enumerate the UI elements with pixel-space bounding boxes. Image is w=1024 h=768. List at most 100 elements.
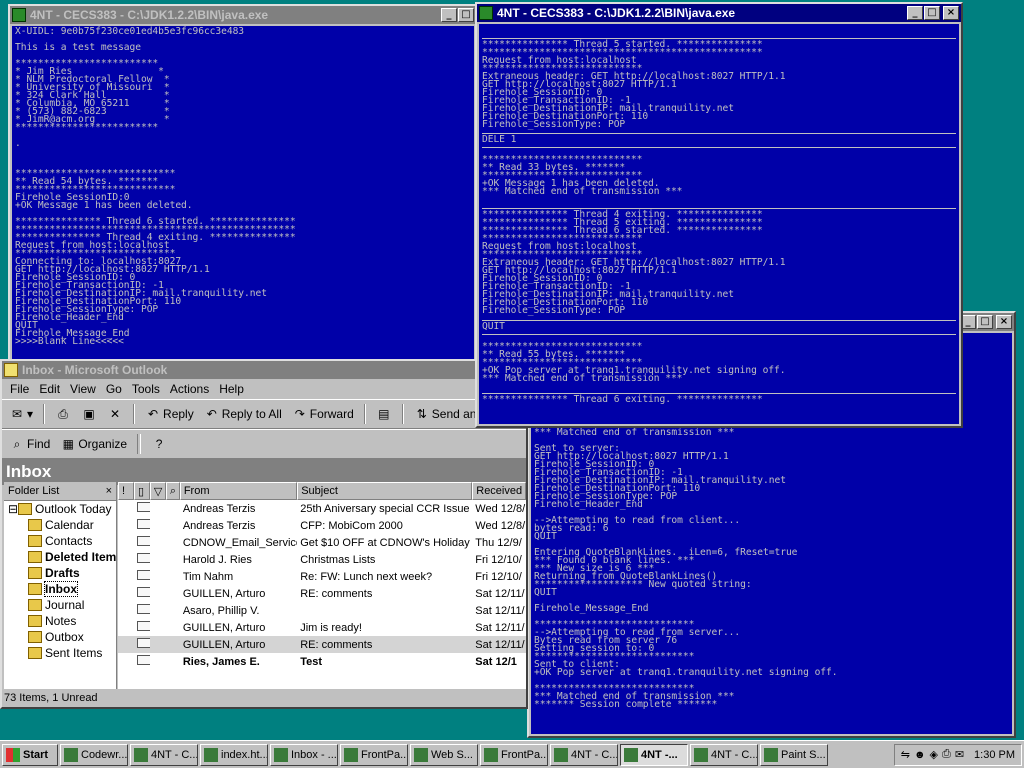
maximize-button[interactable]: □ (458, 8, 474, 22)
taskbar-button[interactable]: Web S... (410, 743, 478, 766)
antivirus-icon[interactable]: ◈ (930, 748, 938, 761)
console-right-block7: *************** Thread 6 exiting. ******… (482, 394, 763, 405)
reply-all-button[interactable]: ↶ Reply to All (201, 405, 285, 423)
print-button[interactable]: ⎙ (52, 405, 74, 423)
agent-icon[interactable]: ☻ (914, 749, 926, 761)
menu-view[interactable]: View (70, 382, 96, 396)
folder-outlook-today[interactable]: ⊟ Outlook Today (4, 501, 116, 517)
taskbar-button[interactable]: Inbox - ... (270, 743, 338, 766)
console-right-titlebar[interactable]: 4NT - CECS383 - C:\JDK1.2.2\BIN\java.exe… (477, 4, 961, 22)
maximize-button[interactable]: □ (977, 315, 993, 329)
outlook-window[interactable]: Inbox - Microsoft Outlook File Edit View… (0, 359, 530, 709)
reply-button[interactable]: ↶ Reply (142, 405, 197, 423)
close-button[interactable]: × (996, 315, 1012, 329)
folder-deleted-items[interactable]: Deleted Items (4, 549, 116, 565)
folder-calendar[interactable]: Calendar (4, 517, 116, 533)
clock[interactable]: 1:30 PM (974, 749, 1015, 761)
message-list-pane[interactable]: ! ▯ ▽ ⌕ From Subject Received Andreas Te… (118, 482, 526, 689)
taskbar-app-icon (204, 747, 218, 762)
organize-button[interactable]: ▦ Organize (57, 435, 130, 453)
folder-contacts[interactable]: Contacts (4, 533, 116, 549)
network-icon[interactable]: ⇋ (901, 748, 910, 761)
forward-button[interactable]: ↷ Forward (289, 405, 357, 423)
menu-help[interactable]: Help (219, 382, 244, 396)
folder-inbox[interactable]: Inbox (4, 581, 116, 597)
start-button[interactable]: Start (2, 743, 58, 766)
outlook-titlebar[interactable]: Inbox - Microsoft Outlook (2, 361, 526, 379)
message-row[interactable]: Asaro, Phillip V. Sat 12/11/ (118, 602, 526, 619)
message-subject: Test (300, 655, 323, 668)
taskbar-app-icon (764, 747, 778, 762)
address-book-button[interactable]: ▤ (373, 405, 395, 423)
printer-icon[interactable]: ⎙ (942, 748, 951, 761)
app-icon (479, 6, 493, 20)
message-row[interactable]: GUILLEN, Arturo RE: comments Sat 12/11/ (118, 636, 526, 653)
icon-column-header[interactable]: ▯ (133, 482, 150, 500)
minimize-button[interactable]: _ (441, 8, 457, 22)
new-mail-icon: ✉ (11, 407, 23, 421)
reply-icon: ↶ (148, 407, 159, 421)
taskbar-button[interactable]: Codewr... (60, 743, 128, 766)
folder-journal[interactable]: Journal (4, 597, 116, 613)
menu-go[interactable]: Go (106, 382, 122, 396)
console-window-left[interactable]: 4NT - CECS383 - C:\JDK1.2.2\BIN\java.exe… (8, 4, 478, 366)
menu-file[interactable]: File (10, 382, 29, 396)
message-row[interactable]: GUILLEN, Arturo Jim is ready! Sat 12/11/ (118, 619, 526, 636)
find-button[interactable]: ⌕ Find (6, 435, 53, 453)
close-button[interactable]: × (943, 6, 959, 20)
taskbar-button[interactable]: Paint S... (760, 743, 828, 766)
taskbar-button[interactable]: 4NT - C... (690, 743, 758, 766)
message-row[interactable]: Andreas Terzis 25th Aniversary special CC… (118, 500, 526, 517)
subject-column-header[interactable]: Subject (297, 482, 473, 500)
taskbar-button[interactable]: 4NT -... (620, 743, 688, 766)
delete-button[interactable]: ✕ (104, 405, 126, 423)
outlook-icon (4, 363, 18, 377)
message-row[interactable]: Tim Nahm Re: FW: Lunch next week? Fri 12/1… (118, 568, 526, 585)
maximize-button[interactable]: □ (924, 6, 940, 20)
minimize-button[interactable]: _ (907, 6, 923, 20)
taskbar-button[interactable]: FrontPa... (480, 743, 548, 766)
from-column-header[interactable]: From (179, 482, 298, 500)
taskbar-button[interactable]: FrontPa... (340, 743, 408, 766)
message-row[interactable]: CDNOW_Email_Service Get $10 OFF at CDNOW'… (118, 534, 526, 551)
message-row[interactable]: GUILLEN, Arturo RE: comments Sat 12/11/ (118, 585, 526, 602)
importance-column-header[interactable]: ! (118, 482, 134, 500)
message-subject: RE: comments (300, 638, 373, 651)
notes-icon (28, 615, 42, 627)
help-button[interactable]: ? (148, 435, 170, 453)
taskbar-app-icon (484, 747, 498, 762)
menu-actions[interactable]: Actions (170, 382, 209, 396)
received-column-header[interactable]: Received (472, 482, 526, 500)
console-left-output: X-UIDL: 9e0b75f230ce01ed4b5e3fc96cc3e483… (12, 26, 474, 362)
menu-tools[interactable]: Tools (132, 382, 160, 396)
taskbar-app-icon (344, 747, 358, 762)
taskbar-button[interactable]: 4NT - C... (130, 743, 198, 766)
folder-outbox[interactable]: Outbox (4, 629, 116, 645)
new-button[interactable]: ✉ ▾ (6, 405, 36, 423)
attachment-column-header[interactable]: ⌕ (165, 482, 180, 500)
message-received: Sat 12/11/ (475, 587, 525, 600)
reply-label: Reply (163, 407, 194, 421)
envelope-icon (134, 587, 150, 600)
mail-icon[interactable]: ✉ (955, 748, 964, 761)
taskbar-button[interactable]: 4NT - C... (550, 743, 618, 766)
move-to-folder-button[interactable]: ▣ (78, 405, 100, 423)
taskbar-button[interactable]: index.ht... (200, 743, 268, 766)
folder-list-pane[interactable]: Folder List × ⊟ Outlook Today Calendar Co… (4, 482, 117, 707)
folder-drafts[interactable]: Drafts (4, 565, 116, 581)
menu-edit[interactable]: Edit (39, 382, 60, 396)
envelope-icon (134, 570, 150, 583)
inbox-icon (28, 583, 42, 595)
folder-notes[interactable]: Notes (4, 613, 116, 629)
close-folder-list-icon[interactable]: × (106, 485, 112, 497)
flag-column-header[interactable]: ▽ (149, 482, 166, 500)
console-left-titlebar[interactable]: 4NT - CECS383 - C:\JDK1.2.2\BIN\java.exe… (10, 6, 476, 24)
message-subject: CFP: MobiCom 2000 (300, 519, 403, 532)
message-row[interactable]: Andreas Terzis CFP: MobiCom 2000 Wed 12/8/ (118, 517, 526, 534)
folder-sent-items[interactable]: Sent Items (4, 645, 116, 661)
message-row[interactable]: Harold J. Ries Christmas Lists Fri 12/10/ (118, 551, 526, 568)
message-list-header: ! ▯ ▽ ⌕ From Subject Received (118, 482, 526, 500)
message-row[interactable]: Ries, James E. Test Sat 12/1 (118, 653, 526, 670)
forward-label: Forward (309, 407, 354, 421)
console-window-right[interactable]: 4NT - CECS383 - C:\JDK1.2.2\BIN\java.exe… (475, 2, 963, 428)
